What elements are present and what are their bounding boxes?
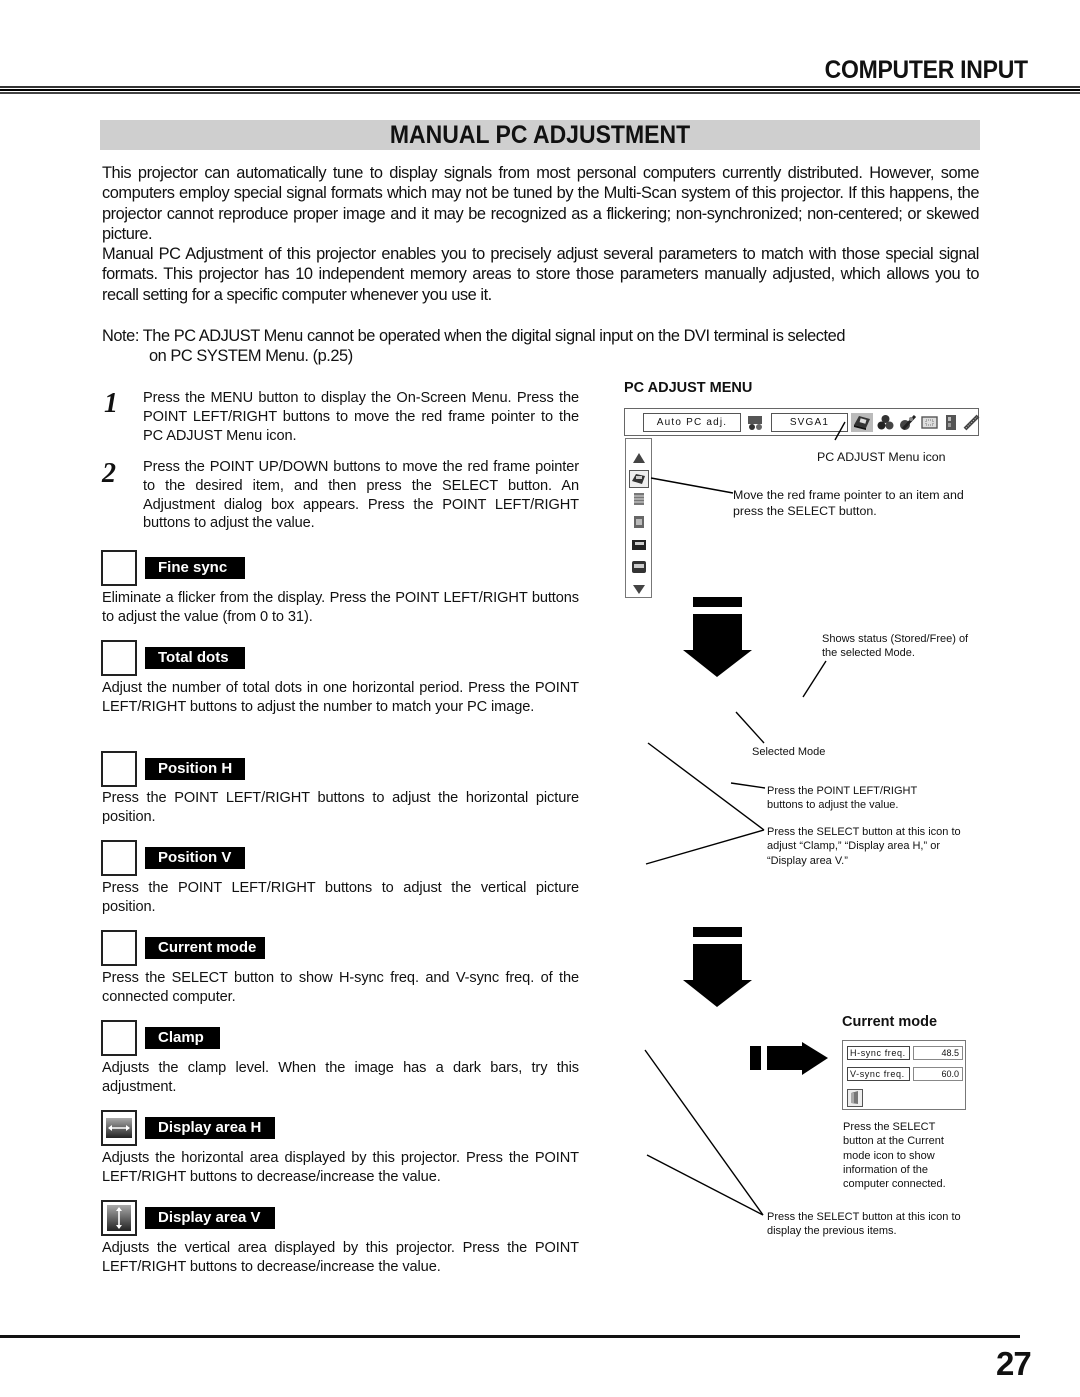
callout-previous: Press the SELECT button at this icon to … (767, 1211, 961, 1238)
leader-line (645, 829, 765, 865)
callout-status: Shows status (Stored/Free) of the select… (822, 633, 969, 660)
down-arrow-cap (693, 597, 742, 607)
item-label-fine-sync: Fine sync (145, 557, 245, 579)
screen-icon[interactable] (920, 413, 939, 432)
position-v-icon (101, 840, 137, 876)
pc-adjust-icon[interactable] (851, 413, 873, 432)
total-dots-icon[interactable] (631, 492, 647, 506)
image-adjust-icon[interactable] (898, 413, 917, 432)
step-text: Press the MENU button to display the On-… (143, 390, 579, 444)
scroll-up-icon[interactable] (631, 451, 647, 465)
current-mode-panel: H-sync freq. 48.5 V-sync freq. 60.0 (842, 1040, 966, 1110)
item-description: Adjusts the clamp level. When the image … (102, 1060, 579, 1095)
leader-line (730, 782, 766, 789)
item-description: Press the POINT LEFT/RIGHT buttons to ad… (102, 790, 579, 825)
h-sync-label: H-sync freq. (847, 1046, 910, 1060)
item-label-clamp: Clamp (145, 1027, 220, 1049)
right-arrow-icon (767, 1042, 828, 1075)
total-dots-icon (101, 640, 137, 676)
expand-icon[interactable] (962, 413, 981, 432)
horizontal-arrows-icon (101, 1110, 137, 1146)
callout-move-pointer: Move the red frame pointer to an item an… (733, 488, 964, 518)
setting-icon[interactable] (941, 413, 960, 432)
down-arrow-icon (683, 614, 752, 677)
fine-sync-icon[interactable] (629, 470, 649, 488)
fine-sync-icon (101, 550, 137, 586)
step-number: 2 (102, 458, 116, 489)
callout-adjust-value: Press the POINT LEFT/RIGHT buttons to ad… (767, 785, 917, 812)
step-text: Press the POINT UP/DOWN buttons to move … (143, 459, 579, 532)
clamp-icon (101, 1020, 137, 1056)
callout-menu-icon: PC ADJUST Menu icon (817, 450, 946, 464)
item-label-display-area-v: Display area V (145, 1207, 275, 1229)
leader-line (735, 711, 765, 744)
item-description: Press the SELECT button to show H-sync f… (102, 970, 579, 1005)
item-label-position-h: Position H (145, 758, 245, 780)
callout-selected-mode: Selected Mode (752, 746, 826, 758)
menu-bar: Auto PC adj. SVGA1 (624, 408, 981, 436)
page-title-band: MANUAL PC ADJUSTMENT (100, 120, 980, 150)
intro-text: This projector can automatically tune to… (102, 163, 979, 305)
position-icon[interactable] (631, 515, 647, 529)
vertical-arrows-icon (101, 1200, 137, 1236)
header-rule (0, 86, 1080, 94)
callout-select-more: Press the SELECT button at this icon to … (767, 826, 961, 867)
scroll-down-icon[interactable] (631, 582, 647, 596)
v-sync-label: V-sync freq. (847, 1067, 910, 1081)
down-arrow-icon (683, 944, 752, 1007)
item-label-current-mode: Current mode (145, 937, 265, 959)
page-title: MANUAL PC ADJUSTMENT (389, 121, 691, 149)
right-arrow-cap (750, 1046, 761, 1070)
step-number: 1 (104, 388, 118, 419)
note: Note: The PC ADJUST Menu cannot be opera… (102, 326, 979, 367)
h-sync-value: 48.5 (913, 1046, 963, 1060)
note-line-1: Note: The PC ADJUST Menu cannot be opera… (102, 327, 845, 345)
color-icon[interactable] (876, 413, 895, 432)
v-sync-value: 60.0 (913, 1067, 963, 1081)
footer-rule (0, 1335, 1020, 1338)
item-label-display-area-h: Display area H (145, 1117, 275, 1139)
item-label-total-dots: Total dots (145, 647, 245, 669)
current-mode-icon[interactable] (631, 538, 647, 552)
section-title: COMPUTER INPUT (824, 56, 1028, 84)
page-number: 27 (996, 1345, 1032, 1382)
system-icon[interactable] (746, 413, 765, 432)
current-mode-icon (101, 930, 137, 966)
callout-show-info: Press the SELECT button at the Current m… (843, 1121, 946, 1191)
item-description: Adjusts the horizontal area displayed by… (102, 1150, 579, 1185)
side-menu (625, 438, 652, 598)
position-h-icon (101, 751, 137, 787)
down-arrow-cap (693, 927, 742, 937)
mode-field[interactable]: SVGA1 (771, 413, 848, 432)
leader-line (802, 660, 827, 698)
item-description: Adjusts the vertical area displayed by t… (102, 1240, 579, 1275)
leader-line (646, 1154, 764, 1216)
leader-line (650, 477, 734, 494)
item-description: Eliminate a flicker from the display. Pr… (102, 590, 579, 625)
intro-paragraph-2: Manual PC Adjustment of this projector e… (102, 245, 979, 304)
auto-pc-adj-field[interactable]: Auto PC adj. (643, 413, 741, 432)
intro-paragraph-1: This projector can automatically tune to… (102, 164, 979, 243)
item-description: Adjust the number of total dots in one h… (102, 680, 579, 715)
clamp-icon[interactable] (631, 560, 647, 574)
back-icon[interactable] (847, 1089, 863, 1107)
pc-adjust-menu-heading: PC ADJUST MENU (624, 380, 753, 396)
leader-line (644, 1049, 764, 1216)
note-line-2: on PC SYSTEM Menu. (p.25) (149, 347, 353, 366)
current-mode-heading: Current mode (842, 1014, 938, 1030)
item-description: Press the POINT LEFT/RIGHT buttons to ad… (102, 880, 579, 915)
item-label-position-v: Position V (145, 847, 245, 869)
leader-line (647, 742, 765, 831)
